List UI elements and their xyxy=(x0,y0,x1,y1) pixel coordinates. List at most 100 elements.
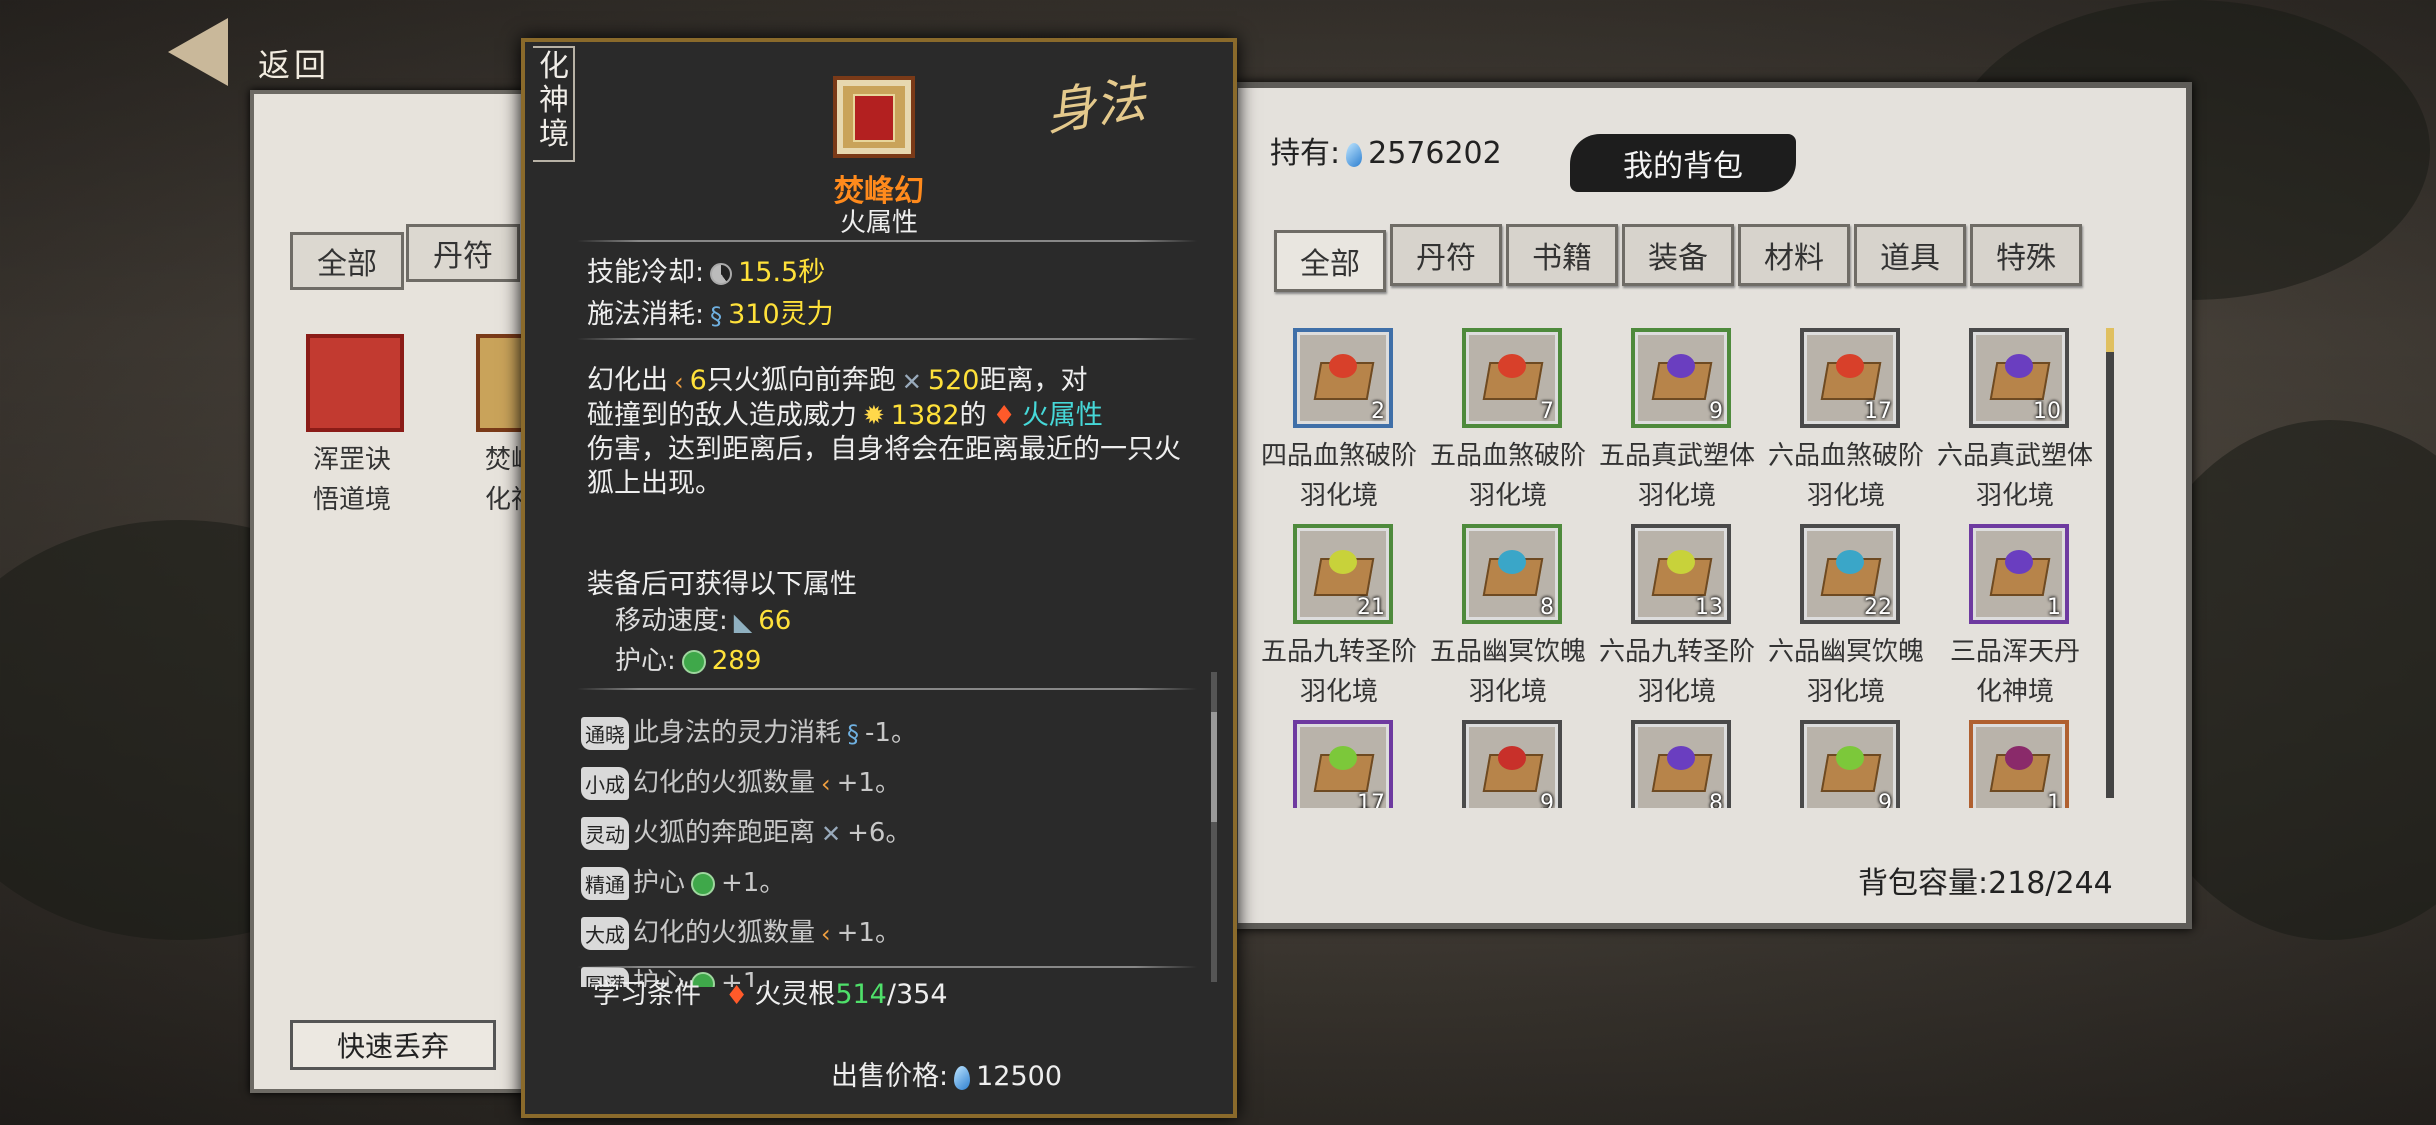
price-value: 12500 xyxy=(976,1061,1063,1092)
bag-tab-materials[interactable]: 材料 xyxy=(1738,224,1850,286)
upgrade-value: +1。 xyxy=(721,868,786,898)
distance-icon: ✕ xyxy=(901,367,922,396)
manual-book-icon xyxy=(306,334,404,432)
back-arrow-icon xyxy=(168,18,228,86)
bag-tab-all[interactable]: 全部 xyxy=(1274,230,1386,292)
guard-heart-icon xyxy=(691,871,716,896)
bag-scrollbar[interactable] xyxy=(2106,328,2114,798)
pill-box-icon: 21 xyxy=(1293,524,1393,624)
back-label[interactable]: 返回 xyxy=(258,40,330,86)
item-count: 1 xyxy=(2047,791,2061,808)
learn-req-name: 火灵根 xyxy=(754,979,836,1010)
cost-value: 310灵力 xyxy=(728,299,834,330)
own-label: 持有: xyxy=(1270,136,1341,171)
pill-box-icon: 13 xyxy=(1631,524,1731,624)
skill-description: 幻化出 ‹ 6只火狐向前奔跑 ✕ 520距离，对 碰撞到的敌人造成威力 ✹ 1382的 ♦ 火属… xyxy=(587,364,1197,501)
upgrade-text: 幻化的火狐数量 xyxy=(633,768,816,798)
item-realm: 化神境 xyxy=(1975,677,2054,707)
cooldown-row: 技能冷却: 15.5秒 xyxy=(587,250,825,289)
bag-tab-pills[interactable]: 丹符 xyxy=(1390,224,1502,286)
bag-tab-props[interactable]: 道具 xyxy=(1854,224,1966,286)
upgrade-text: 火狐的奔跑距离 xyxy=(633,818,816,848)
item-count: 8 xyxy=(1540,595,1554,620)
fire-icon: ♦ xyxy=(992,401,1016,431)
bag-panel: 持有: 2576202 我的背包 全部 丹符 书籍 装备 材料 道具 特殊 2 四品… xyxy=(1232,82,2192,929)
bag-item-grid[interactable]: 2 四品血煞破阶 羽化境 7 五品血煞破阶 羽化境 9 五品真武塑体 羽化境 17 六品血煞破阶 羽化… xyxy=(1238,328,2118,808)
item-name: 三品浑天丹 xyxy=(1949,637,2080,667)
bonus-value: 289 xyxy=(711,646,762,676)
item-name: 四品血煞破阶 xyxy=(1260,441,1417,471)
pill-box-icon: 7 xyxy=(1462,328,1562,428)
upgrade-row: 大成 幻化的火狐数量 ‹ +1。 xyxy=(581,912,901,950)
capacity-value: 218/244 xyxy=(1988,866,2113,901)
bonus-label: 移动速度: xyxy=(615,606,728,636)
fox-icon: ‹ xyxy=(821,769,831,798)
item-name: 五品血煞破阶 xyxy=(1429,441,1586,471)
bonus-guard: 护心: 289 xyxy=(615,640,761,677)
item-count: 13 xyxy=(1695,595,1723,620)
bag-scroll-thumb[interactable] xyxy=(2106,328,2114,352)
bonus-title: 装备后可获得以下属性 xyxy=(587,569,857,600)
divider xyxy=(577,338,1197,340)
cooldown-label: 技能冷却: xyxy=(587,257,705,288)
upgrade-list[interactable]: 通晓 此身法的灵力消耗 § -1。 小成 幻化的火狐数量 ‹ +1。 灵动 火狐的奔跑距离 ✕ +… xyxy=(525,702,1233,987)
detail-scrollbar[interactable] xyxy=(1211,672,1217,982)
upgrade-text: 幻化的火狐数量 xyxy=(633,918,816,948)
divider xyxy=(577,240,1197,242)
skill-scroll-icon xyxy=(833,76,915,158)
quick-discard-button[interactable]: 快速丢弃 xyxy=(290,1020,496,1070)
pill-box-icon: 22 xyxy=(1800,524,1900,624)
distance-value: 520 xyxy=(927,365,980,396)
detail-scroll-thumb[interactable] xyxy=(1211,712,1217,822)
pill-box-icon: 17 xyxy=(1293,720,1393,808)
learn-label: 学习条件 xyxy=(593,979,701,1010)
power-icon: ✹ xyxy=(863,401,885,431)
skill-realm: 化神境 xyxy=(539,49,569,152)
skill-type: 身法 xyxy=(1042,70,1150,142)
bonus-move-speed: 移动速度: ◣ 66 xyxy=(615,600,791,637)
spirit-stone-icon xyxy=(954,1065,971,1090)
storage-tab-pills[interactable]: 丹符 xyxy=(406,224,520,282)
fox-icon: ‹ xyxy=(821,919,831,948)
bag-tab-special[interactable]: 特殊 xyxy=(1970,224,2082,286)
mana-icon: § xyxy=(847,719,860,748)
pill-box-icon: 10 xyxy=(1969,328,2069,428)
item-realm: 羽化境 xyxy=(1637,481,1716,511)
spirit-stone-balance: 持有: 2576202 xyxy=(1270,128,1502,172)
item-name: 五品真武塑体 xyxy=(1598,441,1755,471)
item-realm: 羽化境 xyxy=(1975,481,2054,511)
fox-count: 6 xyxy=(689,365,707,396)
upgrade-row: 精通 护心 +1。 xyxy=(581,862,785,900)
bag-tab-equipment[interactable]: 装备 xyxy=(1622,224,1734,286)
cooldown-value: 15.5秒 xyxy=(738,257,826,288)
desc-text: 的 xyxy=(959,399,987,431)
pill-box-icon: 9 xyxy=(1631,328,1731,428)
item-count: 21 xyxy=(1357,595,1385,620)
learn-requirement: 学习条件 ♦ 火灵根514/354 xyxy=(593,972,948,1011)
cost-row: 施法消耗: § 310灵力 xyxy=(587,292,834,331)
upgrade-text: 护心 xyxy=(633,868,686,898)
pill-box-icon: 17 xyxy=(1800,328,1900,428)
mana-icon: § xyxy=(710,301,723,330)
upgrade-tag: 通晓 xyxy=(581,717,629,750)
upgrade-value: +6。 xyxy=(847,818,912,848)
fire-root-icon: ♦ xyxy=(725,980,749,1011)
upgrade-tag: 小成 xyxy=(581,767,629,800)
bonus-value: 66 xyxy=(758,606,792,636)
item-name: 五品幽冥饮魄 xyxy=(1429,637,1586,667)
desc-text: 碰撞到的敌人造成威力 xyxy=(587,399,857,431)
storage-item-name: 浑罡诀 xyxy=(312,445,391,475)
upgrade-value: +1。 xyxy=(836,918,901,948)
item-count: 9 xyxy=(1540,791,1554,808)
storage-tab-all[interactable]: 全部 xyxy=(290,232,404,290)
item-name: 六品九转圣阶 xyxy=(1598,637,1755,667)
upgrade-row: 小成 幻化的火狐数量 ‹ +1。 xyxy=(581,762,901,800)
pill-box-icon: 8 xyxy=(1462,524,1562,624)
upgrade-text: 此身法的灵力消耗 xyxy=(633,718,842,748)
learn-have: 514 xyxy=(835,979,887,1010)
own-value: 2576202 xyxy=(1368,136,1502,171)
upgrade-value: -1。 xyxy=(865,718,917,748)
item-realm: 羽化境 xyxy=(1806,481,1885,511)
bag-tab-books[interactable]: 书籍 xyxy=(1506,224,1618,286)
item-name: 五品九转圣阶 xyxy=(1260,637,1417,667)
